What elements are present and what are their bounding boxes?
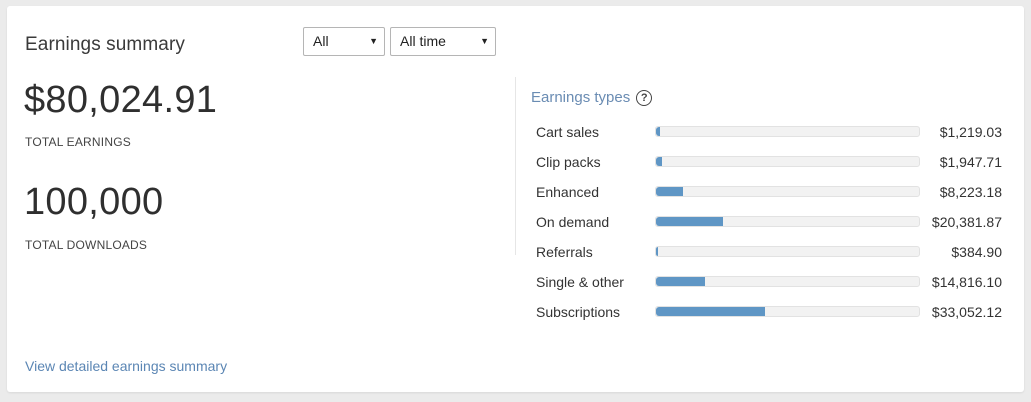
earnings-type-label: Enhanced <box>536 184 600 200</box>
chevron-down-icon: ▼ <box>480 36 489 46</box>
earnings-type-bar-fill <box>656 187 684 196</box>
category-filter-select[interactable]: All ▼ <box>303 27 385 56</box>
total-downloads-label: TOTAL DOWNLOADS <box>25 238 148 252</box>
earnings-type-bar-fill <box>656 217 723 226</box>
earnings-type-row: Clip packs $1,947.71 <box>536 151 1002 181</box>
earnings-type-bar-track <box>655 276 920 287</box>
earnings-type-amount: $14,816.10 <box>931 274 1002 290</box>
earnings-type-amount: $33,052.12 <box>931 304 1002 320</box>
earnings-type-bar-track <box>655 156 920 167</box>
earnings-type-bar-track <box>655 306 920 317</box>
category-filter-value: All <box>313 33 329 49</box>
earnings-type-label: Cart sales <box>536 124 600 140</box>
earnings-type-amount: $20,381.87 <box>931 214 1002 230</box>
earnings-type-row: Enhanced $8,223.18 <box>536 181 1002 211</box>
earnings-type-row: Referrals $384.90 <box>536 241 1002 271</box>
earnings-type-amount: $1,219.03 <box>939 124 1002 140</box>
earnings-types-heading: Earnings types? <box>531 89 653 106</box>
earnings-type-row: Cart sales $1,219.03 <box>536 121 1002 151</box>
earnings-type-bar-fill <box>656 127 660 136</box>
earnings-type-row: On demand $20,381.87 <box>536 211 1002 241</box>
earnings-type-bar-fill <box>656 307 765 316</box>
earnings-type-amount: $8,223.18 <box>939 184 1002 200</box>
earnings-type-label: Subscriptions <box>536 304 621 320</box>
earnings-type-bar-track <box>655 216 920 227</box>
earnings-type-bar-fill <box>656 157 663 166</box>
earnings-type-bar-track <box>655 246 920 257</box>
section-divider <box>515 77 516 255</box>
earnings-type-bar-fill <box>656 277 705 286</box>
earnings-type-label: Clip packs <box>536 154 601 170</box>
earnings-type-bar-fill <box>656 247 659 256</box>
earnings-summary-card: Earnings summary All ▼ All time ▼ $80,02… <box>7 6 1024 392</box>
earnings-type-row: Subscriptions $33,052.12 <box>536 301 1002 331</box>
earnings-type-row: Single & other $14,816.10 <box>536 271 1002 301</box>
earnings-type-amount: $1,947.71 <box>939 154 1002 170</box>
earnings-type-label: Referrals <box>536 244 593 260</box>
total-earnings-value: $80,024.91 <box>24 79 218 121</box>
help-icon[interactable]: ? <box>636 90 653 106</box>
earnings-type-amount: $384.90 <box>951 244 1002 260</box>
earnings-type-bar-track <box>655 186 920 197</box>
earnings-types-title: Earnings types <box>531 89 631 106</box>
total-earnings-label: TOTAL EARNINGS <box>25 135 131 149</box>
chevron-down-icon: ▼ <box>369 36 378 46</box>
total-downloads-value: 100,000 <box>24 181 164 223</box>
earnings-type-label: On demand <box>536 214 610 230</box>
view-detailed-earnings-link[interactable]: View detailed earnings summary <box>25 358 227 374</box>
earnings-type-label: Single & other <box>536 274 624 290</box>
panel-title: Earnings summary <box>25 34 185 55</box>
time-range-filter-select[interactable]: All time ▼ <box>390 27 496 56</box>
earnings-types-list: Cart sales $1,219.03 Clip packs $1,947.7… <box>536 121 1002 331</box>
time-range-filter-value: All time <box>400 33 446 49</box>
earnings-type-bar-track <box>655 126 920 137</box>
